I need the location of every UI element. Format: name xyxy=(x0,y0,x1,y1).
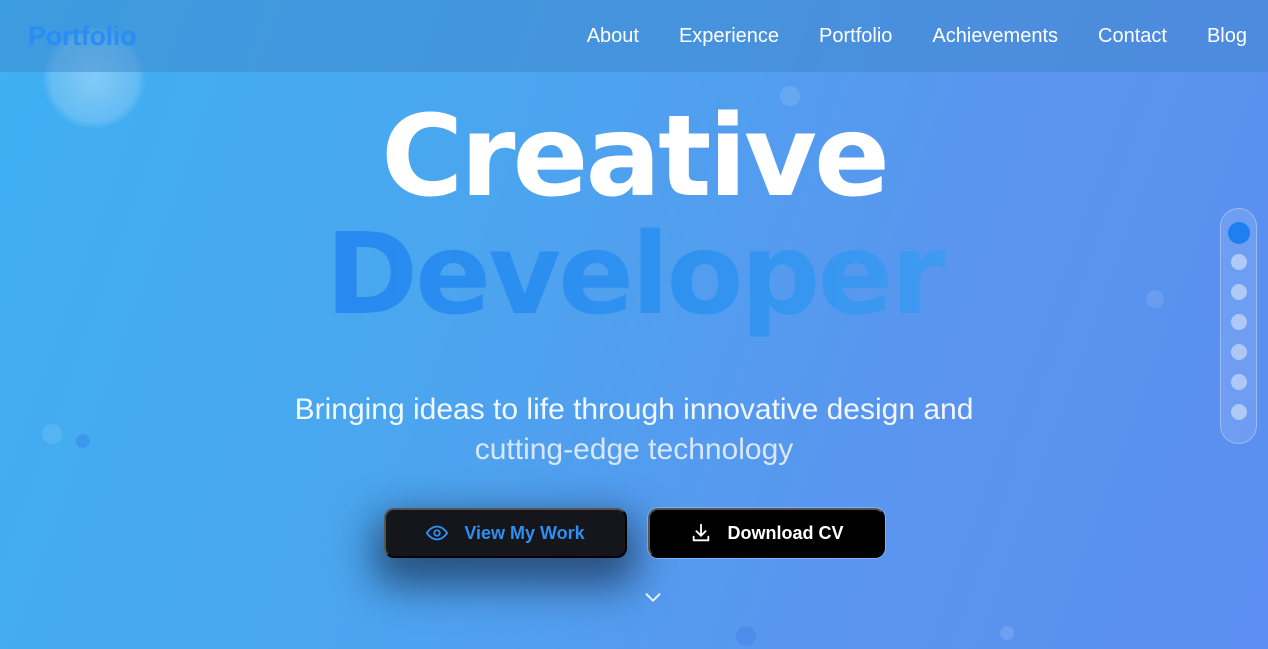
section-dot-4[interactable] xyxy=(1230,314,1247,330)
section-dot-7[interactable] xyxy=(1230,404,1247,420)
section-dot-5[interactable] xyxy=(1230,344,1247,360)
nav-link-experience[interactable]: Experience xyxy=(679,25,779,48)
nav-link-achievements[interactable]: Achievements xyxy=(932,25,1058,48)
hero-subtitle: Bringing ideas to life through innovativ… xyxy=(0,390,1268,470)
hero-subtitle-line1: Bringing ideas to life through innovativ… xyxy=(294,393,974,426)
hero-actions: View My Work Download CV xyxy=(0,508,1268,558)
brand-logo[interactable]: Portfolio xyxy=(28,21,137,52)
nav-link-blog[interactable]: Blog xyxy=(1207,25,1247,48)
background-orb xyxy=(1000,626,1014,640)
section-dot-nav xyxy=(1220,208,1257,444)
section-dot-3[interactable] xyxy=(1230,284,1247,300)
hero-title-line2: Developer xyxy=(0,210,1268,340)
nav-link-portfolio[interactable]: Portfolio xyxy=(819,25,892,48)
nav-link-contact[interactable]: Contact xyxy=(1098,25,1167,48)
download-cv-label: Download CV xyxy=(727,522,844,543)
background-orb xyxy=(736,626,756,646)
nav-link-about[interactable]: About xyxy=(587,25,639,48)
hero-title-line1: Creative xyxy=(381,92,890,222)
download-icon xyxy=(690,522,712,544)
chevron-down-icon[interactable] xyxy=(642,586,664,608)
nav-links: About Experience Portfolio Achievements … xyxy=(587,25,1247,48)
section-dot-2[interactable] xyxy=(1230,254,1247,270)
section-dot-1[interactable] xyxy=(1227,222,1250,244)
view-my-work-label: View My Work xyxy=(464,522,585,543)
navbar: Portfolio About Experience Portfolio Ach… xyxy=(0,0,1268,72)
section-dot-6[interactable] xyxy=(1230,374,1247,390)
eye-icon xyxy=(426,522,449,544)
hero-subtitle-line2: cutting-edge technology xyxy=(474,433,794,466)
download-cv-button[interactable]: Download CV xyxy=(648,508,885,558)
view-my-work-button[interactable]: View My Work xyxy=(384,508,627,558)
